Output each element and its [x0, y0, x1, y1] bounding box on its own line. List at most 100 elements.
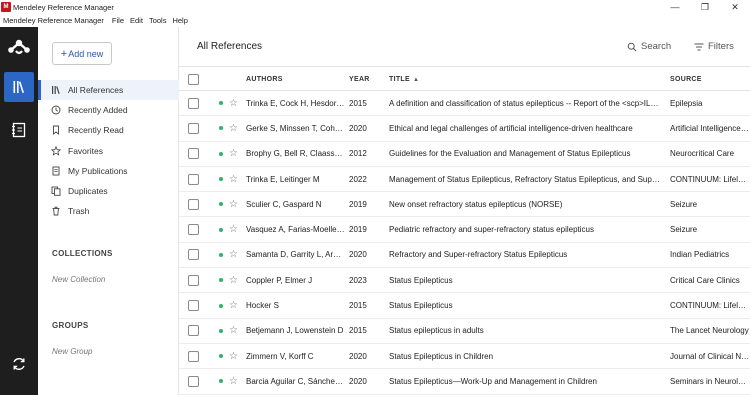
- mendeley-logo-icon[interactable]: [7, 38, 31, 56]
- nav-label: All References: [68, 85, 124, 96]
- search-label: Search: [641, 41, 672, 52]
- row-title: Status Epilepticus: [389, 275, 453, 285]
- filters-button[interactable]: Filters: [694, 41, 734, 52]
- row-year: 2015: [349, 98, 367, 108]
- table-row[interactable]: ☆ Betjemann J, Lowenstein D 2015 Status …: [179, 319, 750, 344]
- nav-recently-read[interactable]: Recently Read: [38, 120, 179, 140]
- row-authors: Betjemann J, Lowenstein D: [246, 326, 344, 336]
- new-group-link[interactable]: New Group: [52, 347, 92, 356]
- nav-recently-added[interactable]: Recently Added: [38, 100, 179, 120]
- row-checkbox[interactable]: [188, 224, 199, 236]
- favorite-star-icon[interactable]: ☆: [229, 199, 246, 210]
- row-authors: Gerke S, Minssen T, Cohen G: [246, 123, 349, 133]
- row-checkbox[interactable]: [188, 350, 199, 362]
- row-title: Ethical and legal challenges of artifici…: [389, 123, 633, 133]
- row-source: The Lancet Neurology: [670, 326, 749, 336]
- row-title: Guidelines for the Evaluation and Manage…: [389, 149, 631, 159]
- row-checkbox[interactable]: [188, 325, 199, 337]
- plus-icon: +: [60, 47, 68, 60]
- sync-icon[interactable]: [11, 356, 27, 372]
- restore-button[interactable]: ❐: [690, 0, 720, 14]
- read-status-dot: [219, 101, 223, 106]
- filters-label: Filters: [708, 41, 734, 52]
- table-row[interactable]: ☆ Vasquez A, Farias-Moeller R 2019 Pedia…: [179, 217, 750, 243]
- table-row[interactable]: ☆ Trinka E, Leitinger M 2022 Management …: [179, 167, 750, 193]
- favorite-star-icon[interactable]: ☆: [229, 174, 246, 185]
- row-checkbox[interactable]: [188, 198, 199, 210]
- row-year: 2020: [349, 376, 367, 386]
- library-rail-button[interactable]: [4, 72, 34, 102]
- trash-icon: [51, 206, 61, 216]
- row-checkbox[interactable]: [188, 375, 199, 387]
- column-year[interactable]: YEAR: [349, 76, 389, 83]
- select-all-checkbox[interactable]: [188, 73, 199, 85]
- row-checkbox[interactable]: [188, 274, 199, 286]
- close-button[interactable]: ✕: [720, 0, 750, 14]
- nav-all-references[interactable]: All References: [38, 80, 179, 101]
- row-checkbox[interactable]: [188, 300, 199, 312]
- mendeley-app-icon: M: [1, 2, 11, 12]
- notebook-icon[interactable]: [11, 122, 27, 138]
- nav-trash[interactable]: Trash: [38, 201, 179, 221]
- column-title[interactable]: TITLE ▲: [389, 76, 670, 83]
- favorite-star-icon[interactable]: ☆: [229, 123, 246, 134]
- sort-ascending-icon: ▲: [412, 76, 420, 83]
- nav-my-publications[interactable]: My Publications: [38, 161, 179, 181]
- menu-file[interactable]: File: [112, 16, 124, 25]
- row-authors: Sculier C, Gaspard N: [246, 199, 322, 209]
- column-source[interactable]: SOURCE: [670, 76, 750, 83]
- favorite-star-icon[interactable]: ☆: [229, 98, 246, 109]
- row-checkbox[interactable]: [188, 249, 199, 261]
- references-table: AUTHORS YEAR TITLE ▲ SOURCE ☆ Trinka E, C…: [179, 68, 750, 395]
- favorite-star-icon[interactable]: ☆: [229, 325, 246, 336]
- table-row[interactable]: ☆ Zimmern V, Korff C 2020 Status Epilept…: [179, 344, 750, 370]
- row-source: Artificial Intelligence in Healthcare: [670, 123, 750, 133]
- add-new-button[interactable]: + Add new: [52, 42, 112, 65]
- row-authors: Vasquez A, Farias-Moeller R: [246, 225, 348, 235]
- groups-header: GROUPS: [52, 321, 89, 330]
- table-row[interactable]: ☆ Hocker S 2015 Status Epilepticus CONTI…: [179, 293, 750, 319]
- window-title: Mendeley Reference Manager: [13, 2, 114, 12]
- menu-help[interactable]: Help: [172, 16, 187, 25]
- library-icon: [51, 85, 61, 95]
- row-checkbox[interactable]: [188, 148, 199, 160]
- favorite-star-icon[interactable]: ☆: [229, 351, 246, 362]
- row-year: 2019: [349, 199, 367, 209]
- menu-app[interactable]: Mendeley Reference Manager: [3, 16, 104, 25]
- table-row[interactable]: ☆ Coppler P, Elmer J 2023 Status Epilept…: [179, 268, 750, 294]
- menu-edit[interactable]: Edit: [130, 16, 143, 25]
- table-row[interactable]: ☆ Brophy G, Bell R, Claassen J 2012 Guid…: [179, 142, 750, 167]
- menu-tools[interactable]: Tools: [149, 16, 167, 25]
- new-collection-link[interactable]: New Collection: [52, 275, 105, 284]
- row-authors: Zimmern V, Korff C: [246, 351, 314, 361]
- table-row[interactable]: ☆ Samanta D, Garrity L, Arya R 2020 Refr…: [179, 243, 750, 269]
- table-row[interactable]: ☆ Gerke S, Minssen T, Cohen G 2020 Ethic…: [179, 116, 750, 142]
- row-title: Status epilepticus in adults: [389, 326, 484, 336]
- favorite-star-icon[interactable]: ☆: [229, 249, 246, 260]
- library-nav: All References Recently Added Recently R…: [38, 80, 179, 221]
- clock-icon: [51, 105, 61, 115]
- row-authors: Coppler P, Elmer J: [246, 275, 313, 285]
- favorite-star-icon[interactable]: ☆: [229, 300, 246, 311]
- row-checkbox[interactable]: [188, 173, 199, 185]
- row-authors: Barcia Aguilar C, Sánchez Fernández I: [246, 376, 349, 386]
- row-title: Management of Status Epilepticus, Refrac…: [389, 174, 670, 184]
- search-button[interactable]: Search: [627, 41, 671, 52]
- nav-label: Recently Added: [68, 105, 128, 116]
- table-row[interactable]: ☆ Trinka E, Cock H, Hesdorffer D 2015 A …: [179, 91, 750, 117]
- table-row[interactable]: ☆ Barcia Aguilar C, Sánchez Fernández I …: [179, 369, 750, 395]
- row-checkbox[interactable]: [188, 122, 199, 134]
- row-source: Seminars in Neurology: [670, 376, 750, 386]
- favorite-star-icon[interactable]: ☆: [229, 148, 246, 159]
- nav-duplicates[interactable]: Duplicates: [38, 181, 179, 201]
- minimize-button[interactable]: —: [660, 0, 690, 14]
- favorite-star-icon[interactable]: ☆: [229, 376, 246, 387]
- table-header: AUTHORS YEAR TITLE ▲ SOURCE: [179, 68, 750, 91]
- menu-bar: Mendeley Reference Manager File Edit Too…: [0, 14, 190, 27]
- table-row[interactable]: ☆ Sculier C, Gaspard N 2019 New onset re…: [179, 192, 750, 218]
- column-authors[interactable]: AUTHORS: [246, 76, 349, 83]
- favorite-star-icon[interactable]: ☆: [229, 224, 246, 235]
- nav-favorites[interactable]: Favorites: [38, 141, 179, 161]
- favorite-star-icon[interactable]: ☆: [229, 275, 246, 286]
- row-checkbox[interactable]: [188, 97, 199, 109]
